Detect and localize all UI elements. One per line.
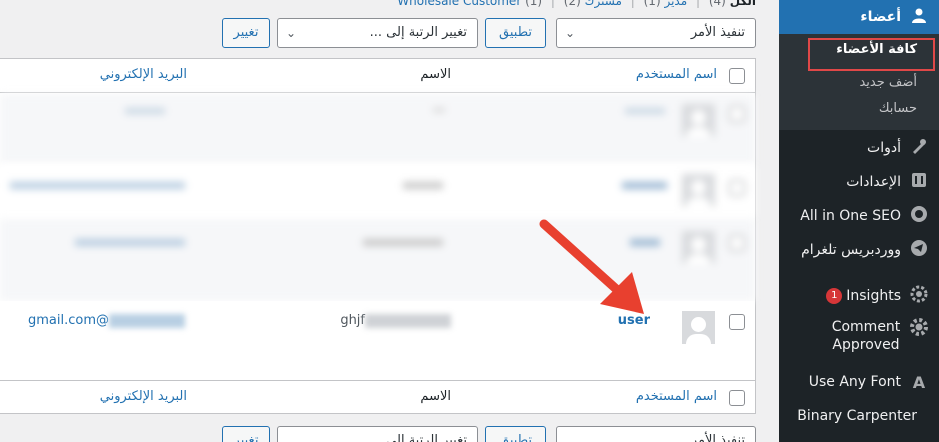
chevron-down-icon: ⌄ xyxy=(286,434,297,442)
menu-tools[interactable]: أدوات xyxy=(779,131,939,165)
apply-button[interactable]: تطبيق xyxy=(485,426,546,442)
arrow-shaft xyxy=(539,219,629,301)
change-role-button[interactable]: تغيير xyxy=(222,426,270,442)
column-name: الاسم xyxy=(420,389,451,404)
column-name: الاسم xyxy=(420,67,451,82)
menu-telegram[interactable]: ووردبريس تلغرام xyxy=(779,233,939,267)
chevron-down-icon: ⌄ xyxy=(286,26,297,40)
admin-sidebar: أعضاء كافة الأعضاء أضف جديد حسابك أدوات … xyxy=(779,0,939,442)
highlight-box xyxy=(808,38,935,71)
apply-button[interactable]: تطبيق xyxy=(485,18,546,48)
avatar xyxy=(682,174,715,207)
menu-insights[interactable]: Insights 1 xyxy=(779,279,939,313)
red-arrow-annotation xyxy=(539,219,644,314)
filter-all[interactable]: الكل xyxy=(730,0,756,8)
column-username[interactable]: اسم المستخدم xyxy=(636,389,717,404)
notification-badge: 1 xyxy=(826,288,843,304)
menu-binary-carpenter[interactable]: Binary Carpenter xyxy=(779,399,939,433)
submenu-profile[interactable]: حسابك xyxy=(779,101,939,116)
filter-subscriber[interactable]: مشترك xyxy=(585,0,622,8)
select-all-checkbox[interactable] xyxy=(729,68,745,84)
user-email-link[interactable]: @gmail.com xyxy=(28,313,185,328)
user-icon xyxy=(907,7,931,27)
table-footer: اسم المستخدم الاسم البريد الإلكتروني xyxy=(0,380,755,414)
telegram-icon xyxy=(907,239,931,261)
row-checkbox[interactable] xyxy=(729,314,745,330)
insights-icon xyxy=(907,285,931,307)
menu-aioseo[interactable]: All in One SEO xyxy=(779,199,939,233)
user-role-filters: الكل (4) | مدير (1) | مشترك (2) | Wholes… xyxy=(397,0,756,8)
table-header: اسم المستخدم الاسم البريد الإلكتروني xyxy=(0,59,755,93)
submenu-add-new[interactable]: أضف جديد xyxy=(779,75,939,90)
table-row xyxy=(0,94,755,164)
column-username[interactable]: اسم المستخدم xyxy=(636,67,717,82)
row-checkbox[interactable] xyxy=(729,235,745,251)
filter-admin[interactable]: مدير xyxy=(664,0,687,8)
filter-wholesale[interactable]: Wholesale Customer xyxy=(397,0,521,8)
gear-icon xyxy=(907,318,931,340)
main-content: الكل (4) | مدير (1) | مشترك (2) | Wholes… xyxy=(0,0,779,442)
row-checkbox[interactable] xyxy=(729,106,745,122)
select-all-checkbox[interactable] xyxy=(729,390,745,406)
tablenav-top: تنفيذ الأمر ⌄ تطبيق تغيير الرتبة إلى ...… xyxy=(21,18,756,48)
menu-settings[interactable]: الإعدادات xyxy=(779,165,939,199)
change-role-select[interactable]: تغيير الرتبة إلى ... ⌄ xyxy=(277,426,478,442)
bulk-action-select[interactable]: تنفيذ الأمر ⌄ xyxy=(556,18,756,48)
aioseo-gear-icon xyxy=(907,205,931,227)
column-email[interactable]: البريد الإلكتروني xyxy=(100,389,187,404)
menu-use-any-font[interactable]: A Use Any Font xyxy=(779,365,939,399)
settings-icon xyxy=(907,172,931,192)
avatar xyxy=(682,104,715,137)
bulk-action-select[interactable]: تنفيذ الأمر ⌄ xyxy=(556,426,756,442)
change-role-select[interactable]: تغيير الرتبة إلى ... ⌄ xyxy=(277,18,478,48)
column-email[interactable]: البريد الإلكتروني xyxy=(100,67,187,82)
menu-comment-approved[interactable]: Comment Approved xyxy=(779,318,939,364)
chevron-down-icon: ⌄ xyxy=(565,434,576,442)
tablenav-bottom: تنفيذ الأمر ⌄ تطبيق تغيير الرتبة إلى ...… xyxy=(21,426,756,442)
wrench-icon xyxy=(907,138,931,158)
font-a-icon: A xyxy=(912,372,926,392)
chevron-down-icon: ⌄ xyxy=(565,26,576,40)
avatar xyxy=(682,311,715,344)
row-checkbox[interactable] xyxy=(729,180,745,196)
user-display-name: ghjf xyxy=(340,313,451,328)
change-role-button[interactable]: تغيير xyxy=(222,18,270,48)
menu-users[interactable]: أعضاء xyxy=(779,0,939,34)
avatar xyxy=(682,231,715,264)
